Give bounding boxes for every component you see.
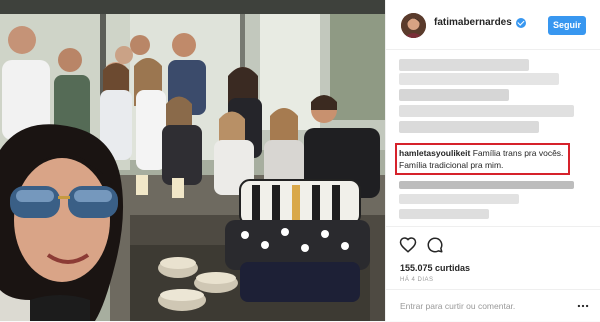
blurred-comment — [399, 181, 574, 189]
avatar[interactable] — [401, 13, 426, 38]
username-row: fatimabernardes — [434, 17, 526, 28]
heart-icon[interactable] — [399, 236, 417, 254]
comment-box — [386, 289, 600, 322]
comments-area[interactable]: hamletasyoulikeit Família trans pra você… — [386, 51, 600, 226]
highlighted-comment: hamletasyoulikeit Família trans pra você… — [399, 147, 569, 171]
blurred-comment — [399, 59, 529, 71]
post-header: fatimabernardes Seguir — [386, 0, 600, 50]
comment-author[interactable]: hamletasyoulikeit — [399, 148, 470, 158]
blurred-comment — [399, 89, 509, 101]
blurred-comment — [399, 105, 574, 117]
comment-input[interactable] — [400, 299, 585, 313]
verified-badge-icon — [515, 17, 526, 28]
post-actions: 155.075 curtidas HÁ 4 DIAS — [386, 226, 600, 321]
comment-bubble-icon[interactable] — [426, 236, 444, 254]
blurred-comment — [399, 121, 539, 133]
blurred-comment — [399, 209, 489, 219]
post-sidebar: fatimabernardes Seguir hamletasyoulikeit… — [385, 0, 600, 321]
likes-count[interactable]: 155.075 curtidas — [400, 263, 470, 273]
follow-button[interactable]: Seguir — [548, 16, 586, 35]
instagram-post: fatimabernardes Seguir hamletasyoulikeit… — [0, 0, 600, 321]
username[interactable]: fatimabernardes — [434, 17, 512, 28]
post-timestamp: HÁ 4 DIAS — [400, 277, 434, 283]
blurred-comment — [399, 194, 519, 204]
blurred-comment — [399, 73, 559, 85]
post-photo[interactable] — [0, 0, 385, 321]
group-photo-illustration — [0, 0, 385, 321]
avatar-image — [401, 13, 426, 38]
more-options-icon[interactable] — [576, 299, 590, 313]
